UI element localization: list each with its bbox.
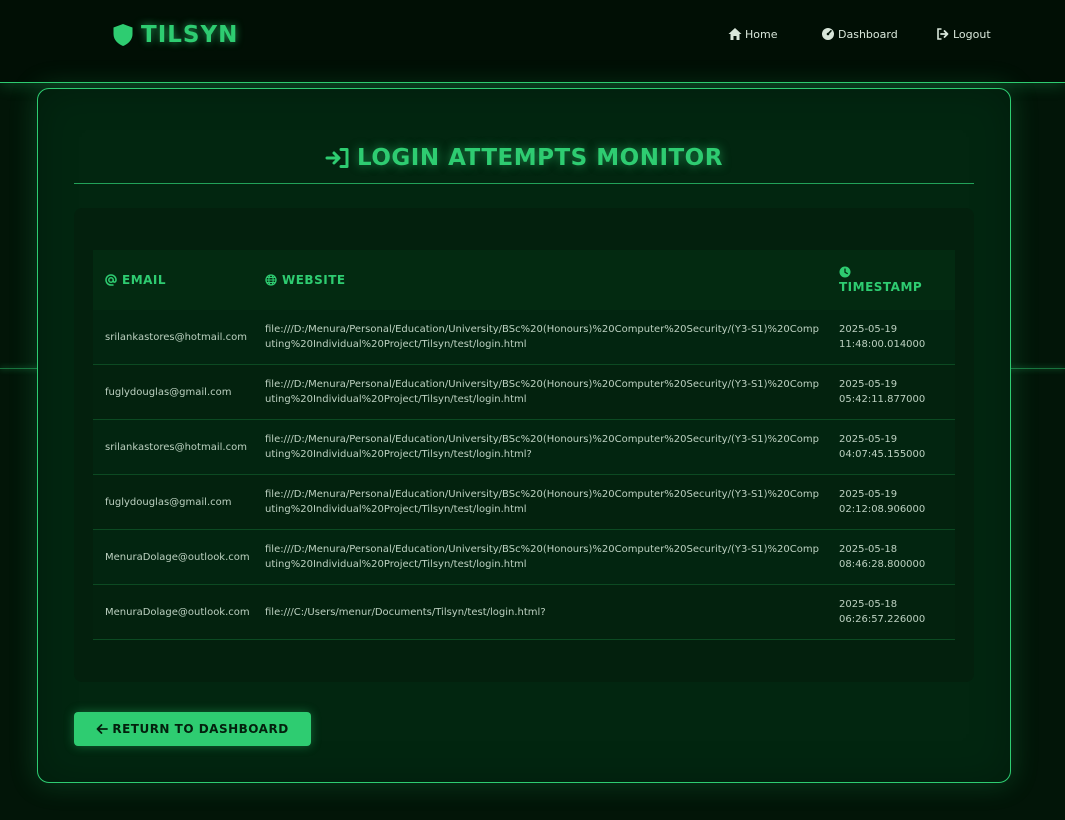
nav-logout-link[interactable]: Logout xyxy=(936,26,991,42)
sign-in-icon xyxy=(325,148,349,168)
table-row[interactable]: MenuraDolage@outlook.com file:///C:/User… xyxy=(93,585,955,640)
timestamp-date: 2025-05-18 xyxy=(839,599,898,610)
timestamp-time: 05:42:11.877000 xyxy=(839,394,926,405)
login-attempts-table: EMAIL WEBSITE TIMESTAMP srilankastores@h… xyxy=(93,250,955,640)
timestamp-time: 08:46:28.800000 xyxy=(839,559,926,570)
timestamp-date: 2025-05-19 xyxy=(839,324,898,335)
timestamp-cell: 2025-05-18 06:26:57.226000 xyxy=(827,597,955,627)
main-panel: LOGIN ATTEMPTS MONITOR EMAIL WEBSITE TIM… xyxy=(37,88,1011,783)
timestamp-cell: 2025-05-19 02:12:08.906000 xyxy=(827,487,955,517)
return-to-dashboard-label: RETURN TO DASHBOARD xyxy=(112,722,289,736)
title-divider xyxy=(74,183,974,184)
column-header-website[interactable]: WEBSITE xyxy=(253,250,827,310)
timestamp-date: 2025-05-18 xyxy=(839,544,898,555)
website-cell: file:///C:/Users/menur/Documents/Tilsyn/… xyxy=(265,606,546,618)
website-cell: file:///D:/Menura/Personal/Education/Uni… xyxy=(265,379,819,405)
globe-icon xyxy=(265,274,277,286)
nav-logout-label: Logout xyxy=(953,27,991,41)
table-row[interactable]: srilankastores@hotmail.com file:///D:/Me… xyxy=(93,310,955,365)
table-row[interactable]: fuglydouglas@gmail.com file:///D:/Menura… xyxy=(93,475,955,530)
return-to-dashboard-button[interactable]: RETURN TO DASHBOARD xyxy=(74,712,311,746)
home-icon xyxy=(728,28,742,40)
website-cell: file:///D:/Menura/Personal/Education/Uni… xyxy=(265,544,819,570)
table-row[interactable]: srilankastores@hotmail.com file:///D:/Me… xyxy=(93,420,955,475)
arrow-left-icon xyxy=(96,724,109,734)
column-header-timestamp-label: TIMESTAMP xyxy=(839,280,923,294)
shield-icon xyxy=(113,24,133,46)
nav-home-label: Home xyxy=(745,27,778,41)
top-navbar: TILSYN Home Dashboard Logout xyxy=(0,0,1065,83)
timestamp-date: 2025-05-19 xyxy=(839,379,898,390)
timestamp-cell: 2025-05-19 05:42:11.877000 xyxy=(827,377,955,407)
logout-icon xyxy=(937,28,949,40)
dashboard-gauge-icon xyxy=(822,28,834,40)
timestamp-date: 2025-05-19 xyxy=(839,489,898,500)
brand-name: TILSYN xyxy=(141,22,239,48)
clock-icon xyxy=(839,266,851,278)
page-title-text: LOGIN ATTEMPTS MONITOR xyxy=(357,145,723,171)
timestamp-time: 06:26:57.226000 xyxy=(839,614,926,625)
website-cell: file:///D:/Menura/Personal/Education/Uni… xyxy=(265,434,819,460)
column-header-email-label: EMAIL xyxy=(122,273,167,287)
website-cell: file:///D:/Menura/Personal/Education/Uni… xyxy=(265,324,819,350)
nav-dashboard-label: Dashboard xyxy=(838,27,898,41)
column-header-website-label: WEBSITE xyxy=(282,273,346,287)
column-header-email[interactable]: EMAIL xyxy=(93,250,253,310)
timestamp-cell: 2025-05-19 11:48:00.014000 xyxy=(827,322,955,352)
nav-home-link[interactable]: Home xyxy=(728,26,777,42)
at-sign-icon xyxy=(105,274,117,286)
email-cell: srilankastores@hotmail.com xyxy=(105,331,247,343)
column-header-timestamp[interactable]: TIMESTAMP xyxy=(827,250,955,310)
email-cell: fuglydouglas@gmail.com xyxy=(105,386,232,398)
email-cell: MenuraDolage@outlook.com xyxy=(105,551,250,563)
timestamp-date: 2025-05-19 xyxy=(839,434,898,445)
timestamp-cell: 2025-05-19 04:07:45.155000 xyxy=(827,432,955,462)
email-cell: srilankastores@hotmail.com xyxy=(105,441,247,453)
table-row[interactable]: fuglydouglas@gmail.com file:///D:/Menura… xyxy=(93,365,955,420)
timestamp-time: 02:12:08.906000 xyxy=(839,504,926,515)
table-row[interactable]: MenuraDolage@outlook.com file:///D:/Menu… xyxy=(93,530,955,585)
timestamp-time: 04:07:45.155000 xyxy=(839,449,926,460)
timestamp-cell: 2025-05-18 08:46:28.800000 xyxy=(827,542,955,572)
table-header: EMAIL WEBSITE TIMESTAMP xyxy=(93,250,955,310)
table-body: srilankastores@hotmail.com file:///D:/Me… xyxy=(93,310,955,640)
timestamp-time: 11:48:00.014000 xyxy=(839,339,926,350)
website-cell: file:///D:/Menura/Personal/Education/Uni… xyxy=(265,489,819,515)
email-cell: MenuraDolage@outlook.com xyxy=(105,606,250,618)
brand-logo[interactable]: TILSYN xyxy=(112,22,238,48)
nav-dashboard-link[interactable]: Dashboard xyxy=(821,26,898,42)
email-cell: fuglydouglas@gmail.com xyxy=(105,496,232,508)
table-card: EMAIL WEBSITE TIMESTAMP srilankastores@h… xyxy=(74,208,974,682)
page-title: LOGIN ATTEMPTS MONITOR xyxy=(74,143,974,173)
